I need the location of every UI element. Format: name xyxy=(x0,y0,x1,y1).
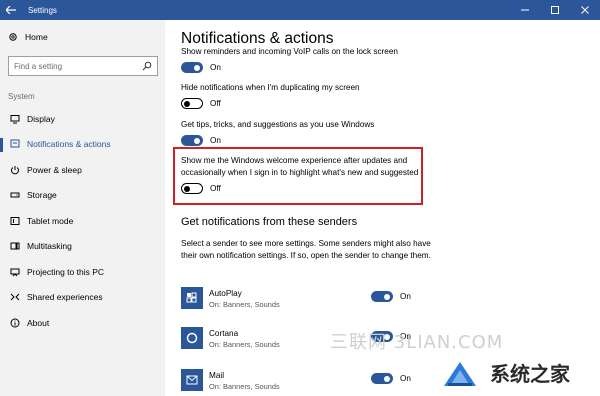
watermark-text-2: 系统之家 xyxy=(490,362,570,386)
sidebar-item-label: Tablet mode xyxy=(27,215,74,226)
close-button[interactable] xyxy=(570,0,600,20)
watermark: 三联网 3LIAN.COM 系统之家 xyxy=(330,328,600,396)
section-label-system: System xyxy=(8,92,35,101)
setting-hide-when-duplicating: Hide notifications when I'm duplicating … xyxy=(181,82,360,109)
welcome-experience-toggle[interactable] xyxy=(181,183,203,194)
hide-duplicating-toggle[interactable] xyxy=(181,98,203,109)
display-icon xyxy=(10,114,20,124)
home-label: Home xyxy=(25,32,48,42)
sidebar-item-label: Storage xyxy=(27,190,57,201)
gear-icon xyxy=(9,33,17,41)
autoplay-toggle[interactable] xyxy=(371,291,393,302)
toggle-state: Off xyxy=(210,99,221,108)
maximize-button[interactable] xyxy=(540,0,570,20)
close-icon xyxy=(581,6,589,14)
setting-lock-screen-calls: Show reminders and incoming VoIP calls o… xyxy=(181,46,398,73)
sidebar-item-label: Multitasking xyxy=(27,241,72,252)
setting-label-line2: occasionally when I sign in to highlight… xyxy=(181,168,419,177)
toggle-state: On xyxy=(400,292,411,301)
sidebar-item-multitasking[interactable]: Multitasking xyxy=(0,234,165,260)
setting-label: Show reminders and incoming VoIP calls o… xyxy=(181,47,398,56)
back-arrow-icon xyxy=(6,6,16,14)
sidebar-item-label: Notifications & actions xyxy=(27,139,111,150)
sidebar-item-projecting[interactable]: Projecting to this PC xyxy=(0,259,165,285)
sidebar-item-label: About xyxy=(27,317,50,328)
autoplay-icon xyxy=(181,287,203,309)
maximize-icon xyxy=(551,6,559,14)
multitasking-icon xyxy=(10,241,20,251)
mail-icon xyxy=(181,369,203,391)
window-title: Settings xyxy=(28,5,57,15)
sender-name: AutoPlay xyxy=(209,289,242,298)
sender-subtitle: On: Banners, Sounds xyxy=(209,382,280,391)
sidebar-item-label: Display xyxy=(27,113,55,124)
setting-welcome-experience: Show me the Windows welcome experience a… xyxy=(181,155,418,194)
sidebar-item-power-sleep[interactable]: Power & sleep xyxy=(0,157,165,183)
nav-list: Display Notifications & actions Power & … xyxy=(0,106,165,336)
sidebar-item-label: Projecting to this PC xyxy=(27,266,105,277)
search-icon xyxy=(142,61,152,71)
back-button[interactable] xyxy=(0,0,22,20)
setting-label: Hide notifications when I'm duplicating … xyxy=(181,83,360,92)
minimize-icon xyxy=(521,9,529,11)
sender-subtitle: On: Banners, Sounds xyxy=(209,300,280,309)
toggle-state: On xyxy=(210,136,221,145)
sidebar-item-storage[interactable]: Storage xyxy=(0,183,165,209)
sidebar-item-label: Shared experiences xyxy=(27,292,103,303)
watermark-text-1: 三联网 3LIAN.COM xyxy=(330,332,504,353)
toggle-state: On xyxy=(210,63,221,72)
sidebar-item-display[interactable]: Display xyxy=(0,106,165,132)
sender-subtitle: On: Banners, Sounds xyxy=(209,340,280,349)
sidebar: Home Find a setting System Display Notif… xyxy=(0,20,165,396)
home-link[interactable]: Home xyxy=(8,32,48,42)
setting-label: Get tips, tricks, and suggestions as you… xyxy=(181,120,375,129)
title-bar: Settings xyxy=(0,0,600,20)
search-input[interactable]: Find a setting xyxy=(8,56,158,76)
sidebar-item-label: Power & sleep xyxy=(27,164,82,175)
sidebar-item-tablet-mode[interactable]: Tablet mode xyxy=(0,208,165,234)
sender-autoplay[interactable]: AutoPlay On: Banners, Sounds On xyxy=(181,287,441,313)
senders-description: Select a sender to see more settings. So… xyxy=(181,239,431,260)
sidebar-item-shared-experiences[interactable]: Shared experiences xyxy=(0,285,165,311)
storage-icon xyxy=(10,190,20,200)
minimize-button[interactable] xyxy=(510,0,540,20)
sender-name: Mail xyxy=(209,371,225,380)
tips-toggle[interactable] xyxy=(181,135,203,146)
power-icon xyxy=(10,165,20,175)
notifications-icon xyxy=(10,139,20,149)
search-placeholder: Find a setting xyxy=(14,62,63,71)
watermark-logo-icon xyxy=(444,362,476,386)
shared-experiences-icon xyxy=(10,292,20,302)
about-icon xyxy=(10,318,20,328)
cortana-icon xyxy=(181,327,203,349)
sidebar-item-about[interactable]: About xyxy=(0,310,165,336)
lock-screen-toggle[interactable] xyxy=(181,62,203,73)
toggle-state: Off xyxy=(210,184,221,193)
setting-tips-tricks: Get tips, tricks, and suggestions as you… xyxy=(181,119,374,146)
setting-label-line1: Show me the Windows welcome experience a… xyxy=(181,156,408,165)
sender-name: Cortana xyxy=(209,329,239,338)
projecting-icon xyxy=(10,267,20,277)
senders-heading: Get notifications from these senders xyxy=(181,216,358,228)
sidebar-item-notifications[interactable]: Notifications & actions xyxy=(0,132,165,158)
tablet-mode-icon xyxy=(10,216,20,226)
